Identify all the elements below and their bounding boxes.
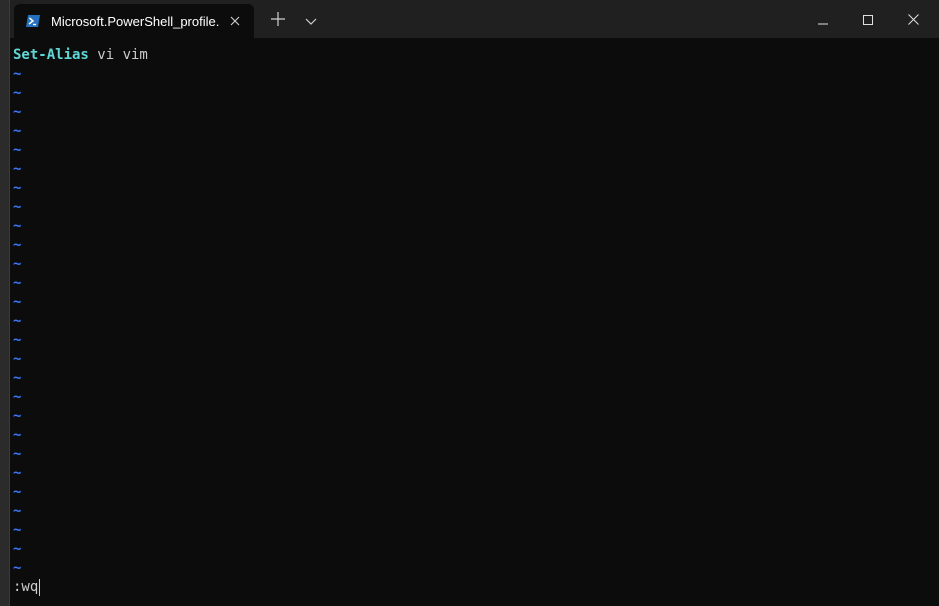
empty-line-marker: ~ [13,294,22,310]
terminal-window: Microsoft.PowerShell_profile.ps1 [9,0,939,606]
minimize-button[interactable] [800,0,846,38]
close-button[interactable] [890,0,936,38]
empty-line-marker: ~ [13,522,22,538]
empty-line-marker: ~ [13,142,22,158]
tab-title: Microsoft.PowerShell_profile.ps1 [51,13,219,29]
empty-line-marker: ~ [13,104,22,120]
maximize-icon [863,10,873,29]
empty-line-marker: ~ [13,560,22,576]
close-icon [907,10,919,29]
chevron-down-icon [305,11,317,30]
empty-line-marker: ~ [13,180,22,196]
empty-line-marker: ~ [13,123,22,139]
empty-lines: ~ ~ ~ ~ ~ ~ ~ ~ ~ ~ ~ ~ ~ ~ ~ ~ ~ ~ ~ ~ ~ ~ ~ ~ ~ ~ ~ [13,65,933,578]
tab-dropdown-button[interactable] [295,6,327,34]
plus-icon [271,11,285,30]
tab-profile[interactable]: Microsoft.PowerShell_profile.ps1 [14,4,254,38]
empty-line-marker: ~ [13,408,22,424]
minimize-icon [818,10,828,29]
keyword-set-alias: Set-Alias [13,47,89,63]
empty-line-marker: ~ [13,541,22,557]
empty-line-marker: ~ [13,237,22,253]
title-bar: Microsoft.PowerShell_profile.ps1 [10,0,939,38]
empty-line-marker: ~ [13,161,22,177]
empty-line-marker: ~ [13,256,22,272]
empty-line-marker: ~ [13,199,22,215]
powershell-icon [25,14,41,28]
empty-line-marker: ~ [13,66,22,82]
maximize-button[interactable] [845,0,891,38]
empty-line-marker: ~ [13,446,22,462]
empty-line-marker: ~ [13,85,22,101]
alias-args: vi vim [88,47,148,63]
new-tab-button[interactable] [262,6,294,34]
buffer-line-1: Set-Alias vi vim [13,46,933,65]
empty-line-marker: ~ [13,389,22,405]
vim-buffer[interactable]: Set-Alias vi vim ~ ~ ~ ~ ~ ~ ~ ~ ~ ~ ~ ~ ~ ~ ~ ~ ~ ~ ~ ~ ~ ~ ~… [13,46,933,602]
empty-line-marker: ~ [13,427,22,443]
empty-line-marker: ~ [13,484,22,500]
empty-line-marker: ~ [13,351,22,367]
empty-line-marker: ~ [13,370,22,386]
empty-line-marker: ~ [13,218,22,234]
empty-line-marker: ~ [13,313,22,329]
vim-command-line[interactable]: :wq [13,578,41,597]
empty-line-marker: ~ [13,503,22,519]
empty-line-marker: ~ [13,275,22,291]
text-cursor [39,579,41,596]
tab-close-icon[interactable] [223,9,247,33]
empty-line-marker: ~ [13,465,22,481]
command-text: :wq [13,579,39,595]
empty-line-marker: ~ [13,332,22,348]
